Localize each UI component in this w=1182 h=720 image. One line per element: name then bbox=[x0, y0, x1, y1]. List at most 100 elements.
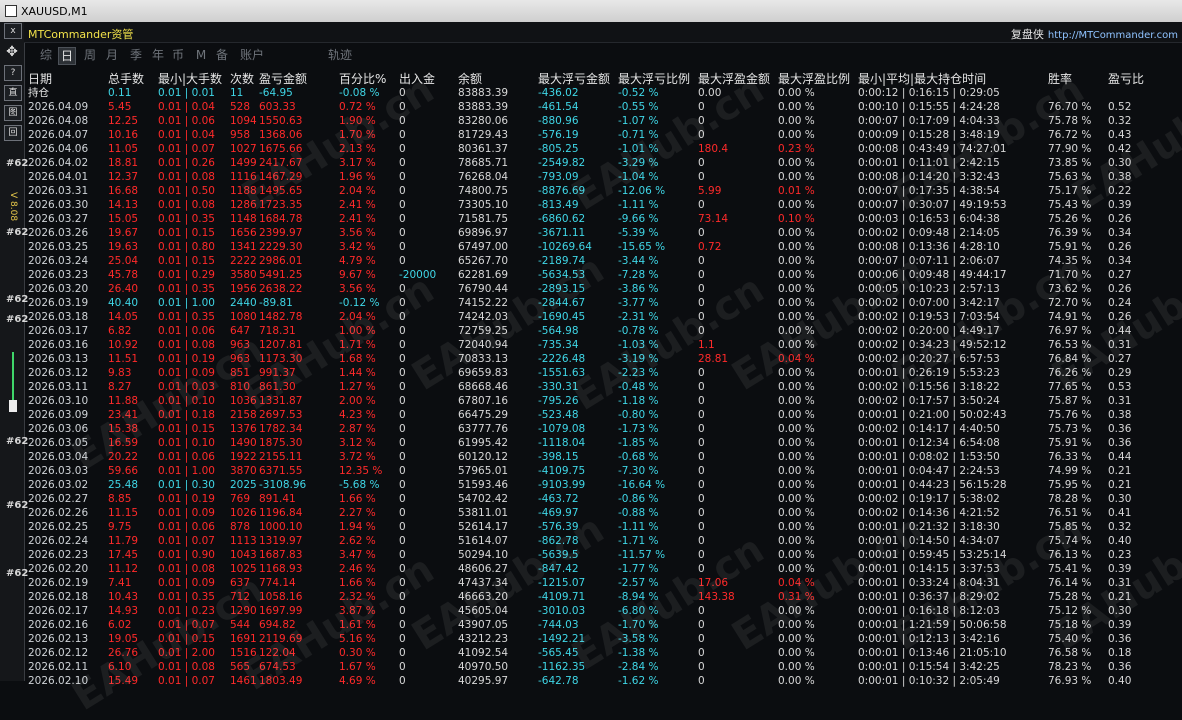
table-cell: 0.01 | 0.04 bbox=[158, 101, 215, 113]
tab-1[interactable]: 日 bbox=[58, 47, 76, 65]
position-row[interactable]: 持仓 0.11 0.01 | 0.01 11 -64.95 -0.08 % 0 83883.3… bbox=[24, 86, 1182, 100]
tab-10[interactable]: 轨迹 bbox=[326, 47, 354, 63]
table-cell: 76.39 % bbox=[1048, 227, 1092, 239]
table-row[interactable]: 2026.03.18 14.05 0.01 | 0.35 1080 1482.78 2.0… bbox=[24, 310, 1182, 324]
table-cell: 1.44 % bbox=[339, 367, 376, 379]
table-row[interactable]: 2026.03.25 19.63 0.01 | 0.80 1341 2229.30 3.4… bbox=[24, 240, 1182, 254]
table-row[interactable]: 2026.03.09 23.41 0.01 | 0.18 2158 2697.53 4.2… bbox=[24, 408, 1182, 422]
table-row[interactable]: 2026.02.27 8.85 0.01 | 0.19 769 891.41 1.66 %… bbox=[24, 492, 1182, 506]
column-header[interactable]: 百分比% bbox=[339, 70, 386, 87]
table-row[interactable]: 2026.04.01 12.37 0.01 | 0.08 1116 1467.29 1.9… bbox=[24, 170, 1182, 184]
straight-button[interactable]: 直 bbox=[4, 85, 22, 101]
column-header[interactable]: 盈亏金额 bbox=[259, 70, 307, 87]
table-cell: 0.01 | 0.15 bbox=[158, 633, 215, 645]
back-button[interactable]: 回 bbox=[4, 125, 22, 141]
table-row[interactable]: 2026.03.11 8.27 0.01 | 0.03 810 861.30 1.27 %… bbox=[24, 380, 1182, 394]
table-row[interactable]: 2026.03.02 25.48 0.01 | 0.30 2025 -3108.96 -5… bbox=[24, 478, 1182, 492]
table-cell: 1.70 % bbox=[339, 129, 376, 141]
table-row[interactable]: 2026.03.26 19.67 0.01 | 0.15 1656 2399.97 3.5… bbox=[24, 226, 1182, 240]
table-row[interactable]: 2026.04.02 18.81 0.01 | 0.26 1499 2417.67 3.1… bbox=[24, 156, 1182, 170]
tab-0[interactable]: 综 bbox=[38, 47, 54, 63]
column-header[interactable]: 最大浮亏比例 bbox=[618, 70, 690, 87]
table-row[interactable]: 2026.02.23 17.45 0.01 | 0.90 1043 1687.83 3.4… bbox=[24, 548, 1182, 562]
table-cell: 2026.03.04 bbox=[28, 451, 89, 463]
table-row[interactable]: 2026.03.12 9.83 0.01 | 0.09 851 991.37 1.44 %… bbox=[24, 366, 1182, 380]
tab-7[interactable]: M bbox=[194, 47, 208, 63]
table-row[interactable]: 2026.03.23 45.78 0.01 | 0.29 3580 5491.25 9.6… bbox=[24, 268, 1182, 282]
column-header[interactable]: 最大浮亏金额 bbox=[538, 70, 610, 87]
tab-8[interactable]: 备 bbox=[214, 47, 230, 63]
table-row[interactable]: 2026.02.10 15.49 0.01 | 0.07 1461 1803.49 4.6… bbox=[24, 674, 1182, 688]
tab-2[interactable]: 周 bbox=[82, 47, 98, 63]
tab-5[interactable]: 年 bbox=[150, 47, 166, 63]
table-cell: 0 bbox=[399, 311, 406, 323]
app-header: MTCommander资管 复盘侠 http://MTCommander.com bbox=[24, 22, 1182, 43]
table-row[interactable]: 2026.03.20 26.40 0.01 | 0.35 1956 2638.22 3.5… bbox=[24, 282, 1182, 296]
table-row[interactable]: 2026.03.17 6.82 0.01 | 0.06 647 718.31 1.00 %… bbox=[24, 324, 1182, 338]
table-row[interactable]: 2026.02.19 7.41 0.01 | 0.09 637 774.14 1.66 %… bbox=[24, 576, 1182, 590]
table-row[interactable]: 2026.04.07 10.16 0.01 | 0.04 958 1368.06 1.70… bbox=[24, 128, 1182, 142]
column-header[interactable]: 最大浮盈比例 bbox=[778, 70, 850, 87]
table-row[interactable]: 2026.03.06 15.38 0.01 | 0.15 1376 1782.34 2.8… bbox=[24, 422, 1182, 436]
table-cell: 76268.04 bbox=[458, 171, 509, 183]
help-button[interactable]: ? bbox=[4, 65, 22, 81]
table-row[interactable]: 2026.03.31 16.68 0.01 | 0.50 1188 1495.65 2.0… bbox=[24, 184, 1182, 198]
table-row[interactable]: 2026.03.19 40.40 0.01 | 1.00 2440 -89.81 -0.1… bbox=[24, 296, 1182, 310]
table-row[interactable]: 2026.04.08 12.25 0.01 | 0.06 1094 1550.63 1.9… bbox=[24, 114, 1182, 128]
table-row[interactable]: 2026.03.10 11.88 0.01 | 0.10 1036 1331.87 2.0… bbox=[24, 394, 1182, 408]
move-icon[interactable]: ✥ bbox=[4, 44, 20, 60]
column-header[interactable]: 盈亏比 bbox=[1108, 70, 1144, 87]
table-row[interactable]: 2026.04.06 11.05 0.01 | 0.07 1027 1675.66 2.1… bbox=[24, 142, 1182, 156]
table-cell: 0.00 % bbox=[778, 129, 815, 141]
table-row[interactable]: 2026.02.24 11.79 0.01 | 0.07 1113 1319.97 2.6… bbox=[24, 534, 1182, 548]
close-button[interactable]: x bbox=[4, 23, 22, 39]
table-row[interactable]: 2026.02.25 9.75 0.01 | 0.06 878 1000.10 1.94 … bbox=[24, 520, 1182, 534]
table-cell: 0.31 bbox=[1108, 339, 1132, 351]
table-row[interactable]: 2026.03.05 16.59 0.01 | 0.10 1490 1875.30 3.1… bbox=[24, 436, 1182, 450]
table-row[interactable]: 2026.02.26 11.15 0.01 | 0.09 1026 1196.84 2.2… bbox=[24, 506, 1182, 520]
column-header[interactable]: 总手数 bbox=[108, 70, 144, 87]
column-header[interactable]: 胜率 bbox=[1048, 70, 1072, 87]
tab-6[interactable]: 币 bbox=[170, 47, 186, 63]
table-row[interactable]: 2026.02.16 6.02 0.01 | 0.07 544 694.82 1.61 %… bbox=[24, 618, 1182, 632]
table-row[interactable]: 2026.03.13 11.51 0.01 | 0.19 963 1173.30 1.68… bbox=[24, 352, 1182, 366]
column-header[interactable]: 余额 bbox=[458, 70, 482, 87]
table-cell: 67807.16 bbox=[458, 395, 509, 407]
table-row[interactable]: 2026.02.13 19.05 0.01 | 0.15 1691 2119.69 5.1… bbox=[24, 632, 1182, 646]
brand-url[interactable]: http://MTCommander.com bbox=[1048, 30, 1178, 41]
tab-4[interactable]: 季 bbox=[128, 47, 144, 63]
column-header[interactable]: 最小|大手数 bbox=[158, 70, 222, 87]
tab-9[interactable]: 账户 bbox=[238, 47, 266, 63]
window-title: XAUUSD,M1 bbox=[21, 4, 88, 18]
table-row[interactable]: 2026.04.09 5.45 0.01 | 0.04 528 603.33 0.72 %… bbox=[24, 100, 1182, 114]
column-header[interactable]: 最小|平均|最大持仓时间 bbox=[858, 70, 986, 87]
chart-button[interactable]: 图 bbox=[4, 105, 22, 121]
table-cell: 11.88 bbox=[108, 395, 139, 407]
table-row[interactable]: 2026.03.27 15.05 0.01 | 0.35 1148 1684.78 2.4… bbox=[24, 212, 1182, 226]
table-row[interactable]: 2026.03.04 20.22 0.01 | 0.06 1922 2155.11 3.7… bbox=[24, 450, 1182, 464]
column-header[interactable]: 出入金 bbox=[399, 70, 435, 87]
table-row[interactable]: 2026.03.24 25.04 0.01 | 0.15 2222 2986.01 4.7… bbox=[24, 254, 1182, 268]
tab-3[interactable]: 月 bbox=[104, 47, 120, 63]
table-cell: 0:00:07 | 0:17:35 | 4:38:54 bbox=[858, 185, 1000, 197]
table-row[interactable]: 2026.02.17 14.93 0.01 | 0.23 1290 1697.99 3.8… bbox=[24, 604, 1182, 618]
table-row[interactable]: 2026.03.16 10.92 0.01 | 0.08 963 1207.81 1.71… bbox=[24, 338, 1182, 352]
brand-link[interactable]: 复盘侠 http://MTCommander.com bbox=[1011, 26, 1178, 42]
table-row[interactable]: 2026.02.20 11.12 0.01 | 0.08 1025 1168.93 2.4… bbox=[24, 562, 1182, 576]
column-header[interactable]: 次数 bbox=[230, 70, 254, 87]
table-cell: 0:00:01 | 0:10:32 | 2:05:49 bbox=[858, 675, 1000, 687]
table-cell: 78.28 % bbox=[1048, 493, 1092, 505]
table-row[interactable]: 2026.03.30 14.13 0.01 | 0.08 1286 1723.35 2.4… bbox=[24, 198, 1182, 212]
table-cell: 0.53 bbox=[1108, 381, 1132, 393]
table-row[interactable]: 2026.02.12 26.76 0.01 | 2.00 1516 122.04 0.30… bbox=[24, 646, 1182, 660]
table-cell: 1000.10 bbox=[259, 521, 303, 533]
table-row[interactable]: 2026.03.03 59.66 0.01 | 1.00 3870 6371.55 12.… bbox=[24, 464, 1182, 478]
column-header[interactable]: 最大浮盈金额 bbox=[698, 70, 770, 87]
table-cell: 2399.97 bbox=[259, 227, 303, 239]
table-cell: 2026.02.13 bbox=[28, 633, 89, 645]
table-row[interactable]: 2026.02.18 10.43 0.01 | 0.35 712 1058.16 2.32… bbox=[24, 590, 1182, 604]
table-row[interactable]: 2026.02.11 6.10 0.01 | 0.08 565 674.53 1.67 %… bbox=[24, 660, 1182, 674]
column-header[interactable]: 日期 bbox=[28, 70, 52, 87]
table-cell: 0.01 | 0.19 bbox=[158, 353, 215, 365]
table-cell: 2.04 % bbox=[339, 185, 376, 197]
